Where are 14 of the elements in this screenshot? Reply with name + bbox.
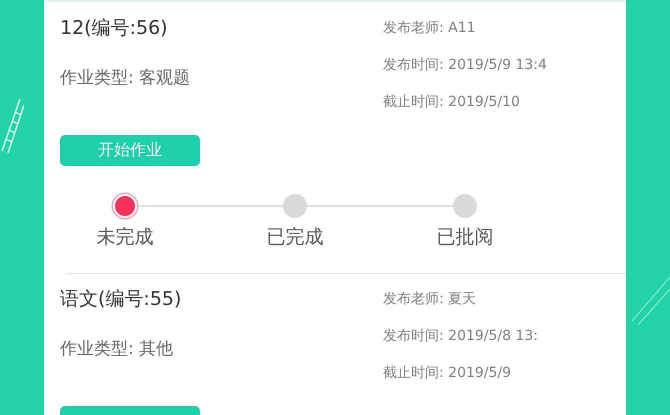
step-label: 已完成 (266, 225, 324, 249)
homework-title: 12(编号:56) (60, 16, 169, 41)
teacher-label: 发布老师: A11 (383, 19, 477, 38)
deadline: 截止时间: 2019/5/10 (383, 93, 521, 112)
step-label: 已批阅 (436, 225, 494, 249)
publish-time: 发布时间: 2019/5/8 13: (383, 327, 540, 346)
homework-type: 作业类型: 其他 (60, 338, 174, 361)
start-homework-button[interactable]: 开始作业 (60, 135, 200, 166)
homework-title: 语文(编号:55) (60, 287, 182, 312)
step-label: 未完成 (96, 225, 154, 249)
teacher-label: 发布老师: 夏天 (383, 290, 478, 309)
publish-time: 发布时间: 2019/5/9 13:4 (383, 56, 548, 75)
homework-type: 作业类型: 客观题 (60, 67, 192, 90)
deadline: 截止时间: 2019/5/9 (383, 364, 512, 383)
